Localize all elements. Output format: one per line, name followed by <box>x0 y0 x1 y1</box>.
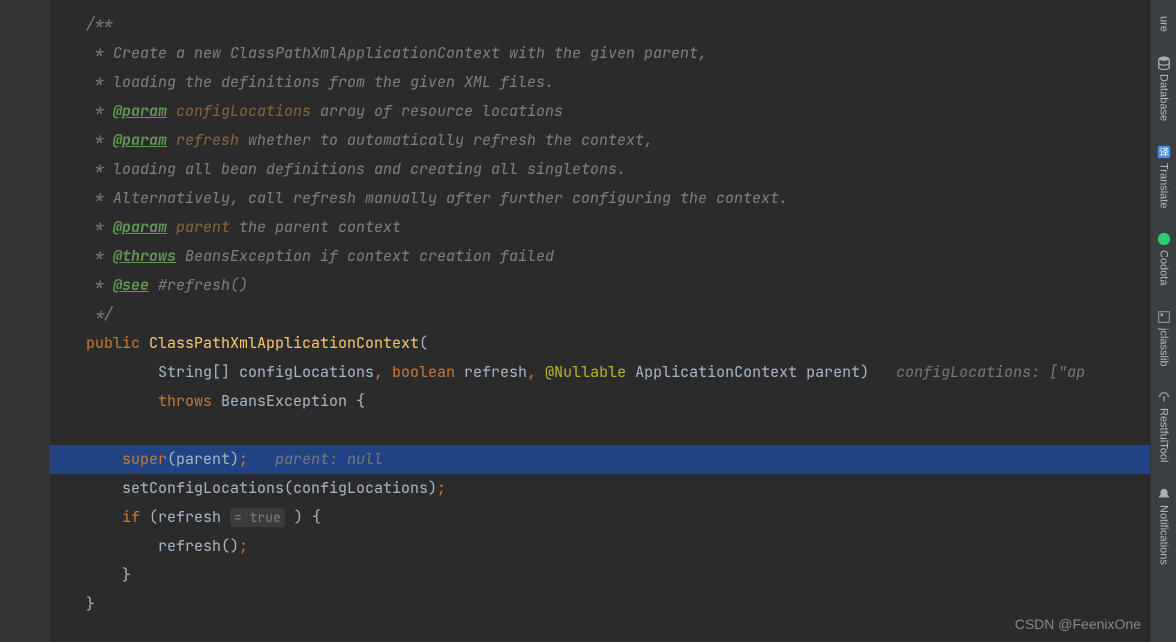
javadoc-prefix: * <box>50 159 113 179</box>
inline-hint-configlocations: configLocations: ["ap <box>869 362 1085 382</box>
tool-codota[interactable]: Codota <box>1157 226 1171 291</box>
javadoc-text: if context creation failed <box>320 246 554 266</box>
javadoc-text: loading all bean definitions and creatin… <box>113 159 626 179</box>
svg-text:译: 译 <box>1159 146 1169 159</box>
param-refresh: refresh <box>464 362 527 382</box>
tool-label: Database <box>1158 74 1170 121</box>
comma: , <box>374 362 392 382</box>
javadoc-prefix: * <box>50 72 113 92</box>
indent <box>50 333 86 353</box>
watermark: CSDN @FeenixOne <box>1015 616 1141 632</box>
javadoc-throws-tag: @throws <box>113 246 176 266</box>
brace-close: } <box>50 565 131 585</box>
tool-restfultool[interactable]: RestfulTool <box>1157 384 1171 468</box>
keyword-if: if <box>122 507 149 527</box>
javadoc-prefix: * <box>50 43 113 63</box>
if-condition: (refresh <box>149 507 230 527</box>
brace-close: } <box>50 594 95 614</box>
javadoc-text: the parent context <box>230 217 401 237</box>
throws-clause: BeansException { <box>221 391 365 411</box>
translate-icon: 译 <box>1157 145 1171 159</box>
javadoc-text: whether to automatically refresh the con… <box>239 130 653 150</box>
inline-hint-parent: parent: null <box>248 449 383 469</box>
javadoc-text: loading the definitions from the given X… <box>113 72 554 92</box>
javadoc-prefix: * <box>50 101 113 121</box>
highlighted-line[interactable]: super(parent); parent: null <box>50 445 1150 474</box>
tool-notifications[interactable]: Notifications <box>1157 481 1171 571</box>
keyword-boolean: boolean <box>392 362 464 382</box>
tool-label: jclasslib <box>1158 328 1170 367</box>
semicolon: ; <box>239 536 248 556</box>
javadoc-param-name: parent <box>167 217 230 237</box>
indent <box>50 449 122 469</box>
semicolon: ; <box>437 478 446 498</box>
tool-label: Translate <box>1158 163 1170 208</box>
inline-hint-true: = true <box>230 508 285 527</box>
jclasslib-icon <box>1157 310 1171 324</box>
keyword-public: public <box>86 333 149 353</box>
tool-label: Codota <box>1158 250 1170 285</box>
constructor-name: ClassPathXmlApplicationContext <box>149 333 419 353</box>
brace-open: ) { <box>285 507 321 527</box>
indent <box>50 391 158 411</box>
rest-icon <box>1157 390 1171 404</box>
tool-jclasslib[interactable]: jclasslib <box>1157 304 1171 373</box>
right-toolbar: ure Database 译 Translate Codota jclassli… <box>1150 0 1176 642</box>
javadoc-param-tag: @param <box>113 130 167 150</box>
javadoc-see-tag: @see <box>113 275 149 295</box>
code-editor[interactable]: /** * Create a new ClassPathXmlApplicati… <box>50 0 1150 642</box>
javadoc-text: array of resource locations <box>311 101 563 121</box>
annotation-nullable: @Nullable <box>545 362 635 382</box>
javadoc-end: */ <box>50 304 113 324</box>
param-string-array: String[] configLocations <box>50 362 374 382</box>
bell-icon <box>1157 487 1171 501</box>
indent <box>50 507 122 527</box>
param-parent: ApplicationContext parent) <box>635 362 869 382</box>
codota-icon <box>1157 232 1171 246</box>
javadoc-param-tag: @param <box>113 217 167 237</box>
paren-open: ( <box>419 333 428 353</box>
setconfiglocations-call: setConfigLocations(configLocations) <box>50 478 437 498</box>
refresh-call: refresh() <box>50 536 239 556</box>
javadoc-param-tag: @param <box>113 101 167 121</box>
tool-database[interactable]: Database <box>1157 50 1171 127</box>
javadoc-prefix: * <box>50 188 113 208</box>
database-icon <box>1157 56 1171 70</box>
javadoc-prefix: * <box>50 217 113 237</box>
tool-translate[interactable]: 译 Translate <box>1157 139 1171 214</box>
javadoc-prefix: * <box>50 130 113 150</box>
comma: , <box>527 362 545 382</box>
javadoc-prefix: * <box>50 246 113 266</box>
tool-label: ure <box>1158 16 1170 32</box>
tool-label: RestfulTool <box>1158 408 1170 462</box>
keyword-super: super <box>122 449 167 469</box>
tool-structure[interactable]: ure <box>1158 10 1170 38</box>
semicolon: ; <box>239 449 248 469</box>
gutter <box>0 0 50 642</box>
javadoc-param-name: configLocations <box>167 101 311 121</box>
javadoc-param-name: refresh <box>167 130 239 150</box>
javadoc-start: /** <box>50 14 113 34</box>
keyword-throws: throws <box>158 391 221 411</box>
javadoc-text: Alternatively, call refresh manually aft… <box>113 188 788 208</box>
javadoc-exception: BeansException <box>176 246 320 266</box>
tool-label: Notifications <box>1158 505 1170 565</box>
javadoc-prefix: * <box>50 275 113 295</box>
javadoc-text: Create a new ClassPathXmlApplicationCont… <box>113 43 707 63</box>
super-call: (parent) <box>167 449 239 469</box>
javadoc-see-ref: #refresh() <box>149 275 248 295</box>
